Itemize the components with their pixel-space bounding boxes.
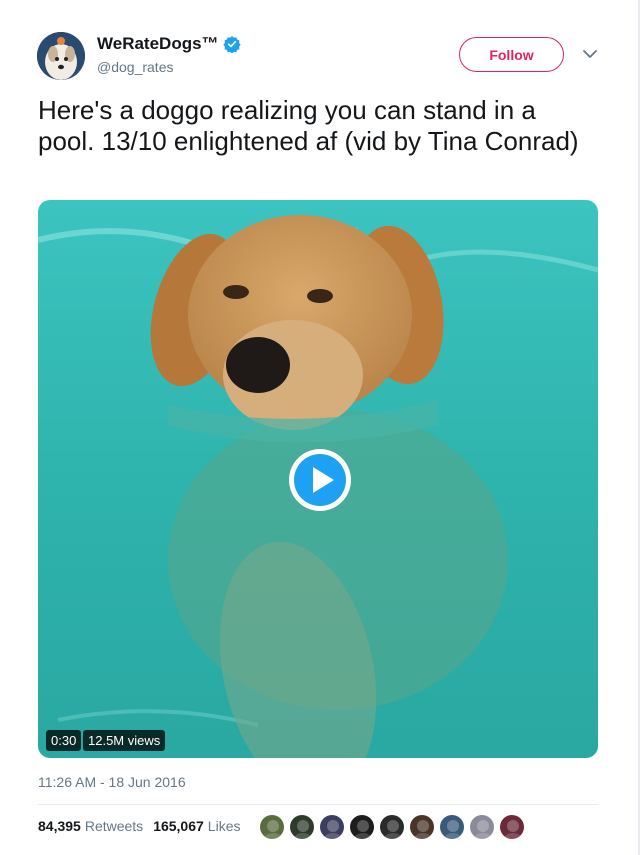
follow-button[interactable]: Follow [459, 37, 564, 72]
liker-avatar[interactable] [469, 814, 495, 840]
stats-divider [38, 804, 598, 805]
likes-label: Likes [207, 818, 241, 834]
tweet-text: Here's a doggo realizing you can stand i… [38, 95, 579, 156]
liker-avatar[interactable] [439, 814, 465, 840]
author-name[interactable]: WeRateDogs™ [97, 34, 219, 54]
retweets-stat[interactable]: 84,395 Retweets [38, 818, 143, 834]
liker-avatar[interactable] [319, 814, 345, 840]
liker-avatar[interactable] [289, 814, 315, 840]
likes-count: 165,067 [153, 818, 204, 834]
video-views: 12.5M views [83, 730, 166, 751]
video-duration: 0:30 [46, 730, 82, 751]
liker-avatar[interactable] [499, 814, 525, 840]
retweets-count: 84,395 [38, 818, 81, 834]
tweet-card: WeRateDogs™ @dog_rates Follow Here's a d… [0, 0, 640, 855]
verified-badge-icon [222, 36, 241, 53]
liker-avatar[interactable] [409, 814, 435, 840]
liker-avatar[interactable] [379, 814, 405, 840]
retweets-label: Retweets [84, 818, 144, 834]
author-avatar[interactable] [37, 32, 85, 80]
play-icon[interactable] [287, 447, 353, 513]
tweet-stats: 84,395 Retweets 165,067 Likes [38, 818, 250, 834]
chevron-down-icon[interactable] [582, 47, 598, 61]
liker-avatar[interactable] [259, 814, 285, 840]
liker-avatar[interactable] [349, 814, 375, 840]
liker-avatars [259, 814, 525, 840]
video-player[interactable]: 0:30 12.5M views [38, 200, 598, 758]
tweet-timestamp[interactable]: 11:26 AM - 18 Jun 2016 [38, 774, 186, 790]
author-handle[interactable]: @dog_rates [97, 59, 173, 75]
author-name-row[interactable]: WeRateDogs™ [97, 34, 241, 54]
likes-stat[interactable]: 165,067 Likes [153, 818, 240, 834]
